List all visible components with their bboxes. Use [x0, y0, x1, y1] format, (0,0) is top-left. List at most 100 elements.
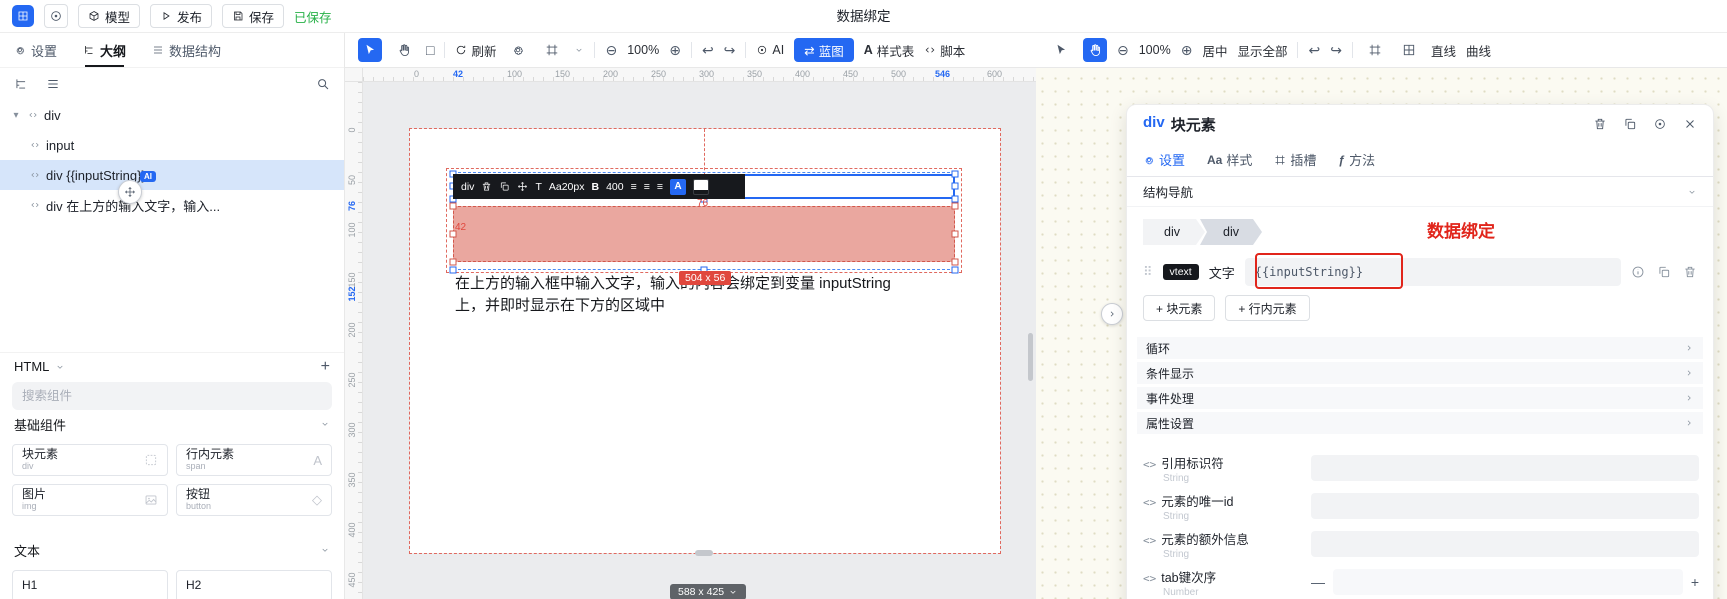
stepper-plus-button[interactable]: + — [1691, 575, 1699, 589]
canvas-settings-button[interactable] — [506, 38, 530, 62]
save-button[interactable]: 保存 — [222, 4, 284, 28]
chevron-down-icon[interactable] — [320, 419, 330, 429]
align-left-icon[interactable]: ≡ — [631, 181, 637, 193]
fill-color-swatch[interactable] — [693, 179, 709, 195]
resize-handle-red[interactable] — [450, 203, 457, 210]
publish-button[interactable]: 发布 — [150, 4, 212, 28]
delete-icon[interactable] — [1683, 265, 1697, 279]
undo-button[interactable]: ↩ — [1308, 42, 1320, 59]
html-section-header[interactable]: HTML + — [0, 352, 344, 380]
add-block-element-button[interactable]: + 块元素 — [1143, 295, 1215, 321]
home-button[interactable] — [12, 5, 34, 27]
resize-handle-red[interactable] — [952, 203, 959, 210]
ref-id-input[interactable] — [1311, 455, 1699, 481]
tree-item-input[interactable]: input — [0, 130, 344, 160]
component-card-div[interactable]: 块元素 div — [12, 444, 168, 476]
refresh-button[interactable]: 刷新 — [455, 41, 496, 60]
canvas-scrollbar[interactable] — [1028, 333, 1033, 381]
extra-info-input[interactable] — [1311, 531, 1699, 557]
section-conditional[interactable]: 条件显示 — [1137, 362, 1703, 384]
zoom-in-button[interactable]: ⊕ — [1181, 42, 1193, 59]
script-button[interactable]: 脚本 — [924, 41, 965, 60]
close-icon[interactable] — [1683, 117, 1697, 131]
locate-icon[interactable] — [1653, 117, 1667, 131]
vtext-value-input[interactable]: {{inputString}} — [1245, 258, 1621, 286]
undo-button[interactable]: ↩ — [702, 42, 714, 59]
zoom-level[interactable]: 100% — [1139, 43, 1171, 57]
tab-settings[interactable]: 设置 — [1143, 150, 1185, 169]
target-button[interactable] — [44, 4, 68, 28]
section-loop[interactable]: 循环 — [1137, 337, 1703, 359]
duplicate-icon[interactable] — [1657, 265, 1671, 279]
group-resize-handle[interactable] — [450, 267, 457, 274]
text-color-button[interactable]: A — [670, 179, 686, 195]
hand-tool-button[interactable] — [1083, 38, 1107, 62]
section-events[interactable]: 事件处理 — [1137, 387, 1703, 409]
group-resize-handle[interactable] — [952, 267, 959, 274]
drag-handle-icon[interactable]: ⠿ — [1143, 264, 1153, 280]
stepper-minus-button[interactable]: — — [1311, 575, 1325, 589]
bold-button[interactable]: B — [591, 181, 599, 193]
structure-nav-header[interactable]: 结构导航 — [1127, 177, 1713, 207]
unique-id-input[interactable] — [1311, 493, 1699, 519]
resize-handle[interactable] — [952, 171, 959, 178]
tab-slot[interactable]: 插槽 — [1274, 150, 1316, 169]
ai-button[interactable]: AI — [756, 43, 784, 57]
breadcrumb-item[interactable]: div — [1143, 219, 1205, 245]
tab-methods[interactable]: ƒ方法 — [1338, 150, 1375, 169]
component-card-img[interactable]: 图片 img — [12, 484, 168, 516]
component-card-h1[interactable]: H1 — [12, 570, 168, 599]
component-card-h2[interactable]: H2 — [176, 570, 332, 599]
text-section-header[interactable]: 文本 — [0, 536, 344, 564]
select-tool-button[interactable] — [1049, 38, 1073, 62]
info-icon[interactable] — [1631, 265, 1645, 279]
zoom-out-button[interactable]: ⊖ — [1117, 42, 1129, 59]
tree-list-icon[interactable] — [46, 77, 60, 91]
tab-outline[interactable]: 大纲 — [83, 33, 126, 67]
blueprint-button[interactable]: ⇄蓝图 — [794, 38, 854, 62]
redo-button[interactable]: ↪ — [724, 42, 736, 59]
frame-view-button[interactable] — [1363, 38, 1387, 62]
add-component-button[interactable]: + — [321, 359, 330, 375]
frame-button[interactable] — [540, 38, 564, 62]
zoom-level[interactable]: 100% — [627, 43, 659, 57]
artboard-size-badge[interactable]: 588 x 425 — [670, 584, 746, 599]
search-icon[interactable] — [316, 77, 330, 91]
tab-settings[interactable]: 设置 — [14, 33, 57, 67]
hand-tool-button[interactable] — [392, 38, 416, 62]
stylesheet-button[interactable]: A样式表 — [864, 41, 915, 60]
component-search-input[interactable] — [22, 389, 322, 403]
align-right-icon[interactable]: ≡ — [657, 181, 663, 193]
section-properties[interactable]: 属性设置 — [1137, 412, 1703, 434]
tree-structure-icon[interactable] — [14, 77, 28, 91]
chevron-down-icon[interactable] — [55, 362, 65, 372]
curve-line-button[interactable]: 曲线 — [1466, 41, 1491, 60]
resize-handle-red[interactable] — [450, 259, 457, 266]
zoom-out-button[interactable]: ⊖ — [605, 42, 617, 59]
component-card-button[interactable]: 按钮 button ◇ — [176, 484, 332, 516]
center-view-button[interactable]: 居中 — [1202, 41, 1227, 60]
fit-all-button[interactable]: 显示全部 — [1237, 41, 1287, 60]
breadcrumb-item-current[interactable]: div — [1200, 219, 1262, 245]
duplicate-element-icon[interactable] — [499, 181, 510, 192]
model-button[interactable]: 模型 — [78, 4, 140, 28]
duplicate-icon[interactable] — [1623, 117, 1637, 131]
resize-handle-red[interactable] — [952, 231, 959, 238]
resize-handle-red[interactable] — [952, 259, 959, 266]
component-card-span[interactable]: 行内元素 span A — [176, 444, 332, 476]
tab-data-structure[interactable]: 数据结构 — [152, 33, 221, 67]
tree-item-div-inputstring[interactable]: div {{inputString}} — [0, 160, 344, 190]
delete-icon[interactable] — [1593, 117, 1607, 131]
add-inline-element-button[interactable]: + 行内元素 — [1225, 295, 1309, 321]
zoom-in-button[interactable]: ⊕ — [669, 42, 681, 59]
node-connector-button[interactable] — [1101, 303, 1123, 325]
artboard-resize-handle[interactable] — [695, 550, 713, 556]
delete-element-icon[interactable] — [481, 181, 492, 192]
chevron-down-icon[interactable] — [574, 45, 584, 55]
resize-handle[interactable] — [952, 183, 959, 190]
tab-style[interactable]: Aa样式 — [1207, 150, 1252, 169]
redo-button[interactable]: ↪ — [1330, 42, 1342, 59]
font-size-control[interactable]: Aa20px — [549, 181, 585, 193]
resize-handle[interactable] — [952, 196, 959, 203]
tree-item-div-root[interactable]: ▾ div — [0, 100, 344, 130]
